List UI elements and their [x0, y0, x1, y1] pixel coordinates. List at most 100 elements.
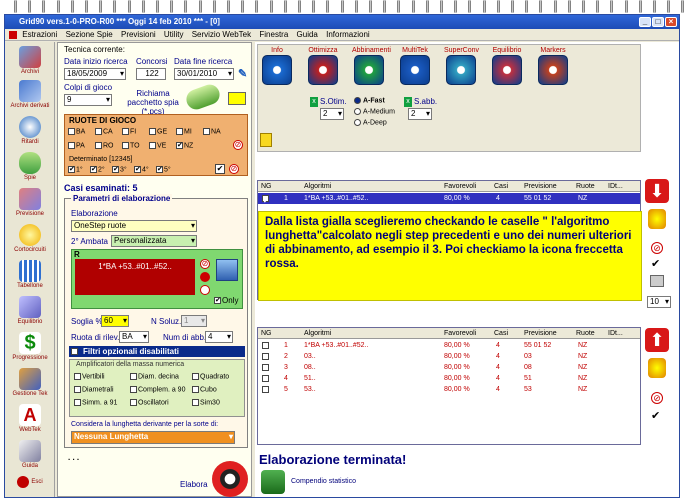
- determinato-check[interactable]: ✔: [156, 166, 163, 173]
- determinato-check[interactable]: ✔: [134, 166, 141, 173]
- arrow-down-button[interactable]: ⬇: [645, 179, 669, 203]
- filtro-3[interactable]: Diametrali: [74, 386, 114, 393]
- tool-progressione[interactable]: $ Progressione: [7, 332, 53, 361]
- ruota-ge[interactable]: GE: [149, 128, 167, 135]
- printer-icon[interactable]: [650, 275, 664, 287]
- side-combo[interactable]: 10: [647, 296, 671, 308]
- filtri-bar[interactable]: Filtri opzionali disabilitati: [69, 346, 245, 357]
- filtro-check[interactable]: [74, 386, 81, 393]
- filtro-check[interactable]: [74, 373, 81, 380]
- filtro-2[interactable]: Quadrato: [192, 373, 229, 380]
- ruota-mi[interactable]: MI: [176, 128, 192, 135]
- tool-markers[interactable]: Markers: [536, 47, 570, 85]
- row-checkbox[interactable]: [262, 342, 269, 349]
- mode-a-fast[interactable]: A-Fast: [354, 97, 385, 104]
- elaborazione-select[interactable]: OneStep ruote: [71, 220, 197, 232]
- r-stop-icon[interactable]: [200, 285, 210, 295]
- menu-guida[interactable]: Guida: [297, 30, 318, 39]
- tool-ottimizza[interactable]: Ottimizza: [306, 47, 340, 85]
- ruota-check[interactable]: ✔: [176, 142, 183, 149]
- radio-dot[interactable]: [354, 108, 361, 115]
- row-checkbox[interactable]: [262, 375, 269, 382]
- nsoluz-select[interactable]: 1: [181, 315, 207, 327]
- ruote-clear-icon[interactable]: ⊘: [233, 140, 243, 150]
- tool-previsione[interactable]: Previsione: [7, 188, 53, 217]
- filtro-4[interactable]: Complem. a 90: [130, 386, 185, 393]
- tool-info[interactable]: Info: [260, 47, 294, 85]
- filtro-6[interactable]: Simm. a 91: [74, 399, 117, 406]
- data-fine-input[interactable]: 30/01/2010: [174, 68, 234, 80]
- filtro-check[interactable]: [130, 386, 137, 393]
- top-clear-icon[interactable]: ⊘: [651, 242, 663, 254]
- ruota-ro[interactable]: RO: [95, 142, 114, 149]
- radio-dot[interactable]: [354, 97, 361, 104]
- bottom-bucket-icon[interactable]: [648, 358, 666, 378]
- filtro-0[interactable]: Vertibili: [74, 373, 105, 380]
- det-clear-icon[interactable]: ⊘: [229, 164, 239, 174]
- tool-abbinamenti[interactable]: Abbinamenti: [352, 47, 391, 85]
- num-abb-select[interactable]: 4: [205, 331, 233, 343]
- ruota-to[interactable]: TO: [122, 142, 140, 149]
- tool-ritardi[interactable]: Ritardi: [7, 116, 53, 145]
- small-yellow-button[interactable]: [260, 133, 272, 147]
- tool-equilibrio[interactable]: Equilibrio: [7, 296, 53, 325]
- r-clear-icon[interactable]: ⊘: [200, 259, 210, 269]
- table-row[interactable]: 2 03.. 80,00 % 4 03 NZ: [258, 351, 640, 362]
- row-checkbox[interactable]: [262, 386, 269, 393]
- tool-gestione-tek[interactable]: Gestione Tek: [7, 368, 53, 397]
- ruota-check[interactable]: [122, 128, 129, 135]
- table-row[interactable]: 1 1*BA +53..#01..#52.. 80,00 % 4 55 01 52 NZ: [258, 340, 640, 351]
- determinato-2[interactable]: ✔2°: [90, 166, 105, 173]
- filtro-check[interactable]: [130, 399, 137, 406]
- determinato-check[interactable]: ✔: [68, 166, 75, 173]
- determinato-1[interactable]: ✔1°: [68, 166, 83, 173]
- table-row[interactable]: 3 08.. 80,00 % 4 08 NZ: [258, 362, 640, 373]
- ruota-check[interactable]: [149, 128, 156, 135]
- r-device-icon[interactable]: [216, 259, 238, 281]
- filtro-check[interactable]: [192, 373, 199, 380]
- colpi-select[interactable]: 9: [64, 94, 112, 106]
- ruota-check[interactable]: [149, 142, 156, 149]
- menu-informazioni[interactable]: Informazioni: [326, 30, 370, 39]
- menu-previsioni[interactable]: Previsioni: [121, 30, 156, 39]
- elabora-button[interactable]: [212, 461, 248, 497]
- only-check[interactable]: ✔: [214, 297, 221, 305]
- bottom-clear-icon[interactable]: ⊘: [651, 392, 663, 404]
- bucket-icon[interactable]: [648, 209, 666, 229]
- filtro-check[interactable]: [130, 373, 137, 380]
- determinato-check[interactable]: ✔: [112, 166, 119, 173]
- row-checkbox[interactable]: ✔: [262, 195, 269, 205]
- table-row[interactable]: 5 53.. 80,00 % 4 53 NZ: [258, 384, 640, 395]
- ruota-rilev-select[interactable]: BA: [119, 331, 149, 343]
- row-checkbox[interactable]: [262, 364, 269, 371]
- tool-equilibrio[interactable]: Equilibrio: [490, 47, 524, 85]
- row-checkbox[interactable]: [262, 353, 269, 360]
- ruota-check[interactable]: [95, 142, 102, 149]
- ruota-ca[interactable]: CA: [95, 128, 113, 135]
- mode-a-medium[interactable]: A-Medium: [354, 108, 395, 115]
- pen-icon[interactable]: ✎: [238, 67, 248, 81]
- lunghetta-select[interactable]: Nessuna Lunghetta: [71, 431, 235, 444]
- table-row[interactable]: ✔ 1 1*BA +53..#01..#52.. 80,00 % 4 55 01 52 NZ: [258, 193, 640, 205]
- tool-multitek[interactable]: MultiTek: [398, 47, 432, 85]
- menu-servizio-webtek[interactable]: Servizio WebTek: [192, 30, 251, 39]
- compendio-icon[interactable]: [261, 470, 285, 494]
- determinato-3[interactable]: ✔3°: [112, 166, 127, 173]
- r-record-icon[interactable]: [200, 272, 210, 282]
- ruota-check[interactable]: [176, 128, 183, 135]
- maximize-button[interactable]: □: [652, 17, 664, 27]
- tool-spie[interactable]: Spie: [7, 152, 53, 181]
- s-otim-select[interactable]: 2: [320, 108, 344, 120]
- mode-a-deep[interactable]: A-Deep: [354, 119, 387, 126]
- only-checkbox[interactable]: ✔Only: [214, 296, 238, 305]
- determinato-5[interactable]: ✔5°: [156, 166, 171, 173]
- filtro-5[interactable]: Cubo: [192, 386, 217, 393]
- bottom-check-icon[interactable]: ✔: [651, 410, 663, 422]
- tool-guida[interactable]: Guida: [7, 440, 53, 469]
- close-button[interactable]: ×: [665, 17, 677, 27]
- ruota-check[interactable]: [68, 142, 75, 149]
- filtro-7[interactable]: Oscillatori: [130, 399, 169, 406]
- menu-finestra[interactable]: Finestra: [259, 30, 288, 39]
- ambata-select[interactable]: Personalizzata: [111, 235, 197, 247]
- tool-esci[interactable]: Esci: [7, 476, 53, 488]
